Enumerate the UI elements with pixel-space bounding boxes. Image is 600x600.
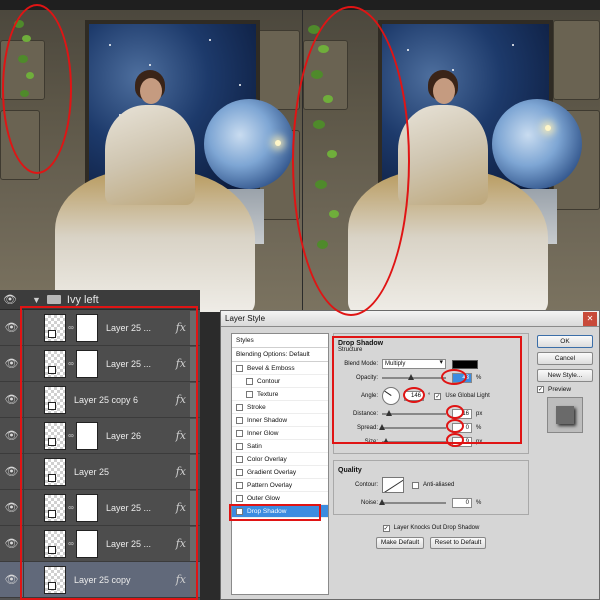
knockout-checkbox[interactable]: ✓ bbox=[382, 524, 390, 532]
style-checkbox[interactable] bbox=[236, 416, 243, 424]
style-item[interactable]: Inner Shadow bbox=[232, 414, 328, 427]
style-checkbox[interactable] bbox=[236, 429, 243, 437]
noise-slider-knob[interactable] bbox=[379, 499, 385, 505]
close-icon[interactable]: ✕ bbox=[583, 311, 597, 326]
drop-shadow-panel: Drop Shadow Structure Blend Mode: Multip… bbox=[332, 333, 529, 549]
style-item[interactable]: Stroke bbox=[232, 401, 328, 414]
noise-input[interactable]: 0 bbox=[452, 498, 472, 508]
quality-title: Quality bbox=[338, 467, 362, 474]
preview-label: Preview bbox=[548, 386, 572, 393]
style-item-label: Contour bbox=[257, 377, 281, 385]
highlight-ivy-before bbox=[2, 4, 72, 174]
anti-aliased-checkbox[interactable] bbox=[412, 481, 419, 489]
highlight-layers bbox=[20, 306, 198, 600]
style-item-label: Texture bbox=[257, 390, 279, 398]
style-item[interactable]: Inner Glow bbox=[232, 427, 328, 440]
style-item[interactable]: Satin bbox=[232, 440, 328, 453]
style-item-label: Bevel & Emboss bbox=[247, 364, 295, 372]
dialog-side-column: OK Cancel New Style... ✓ Preview bbox=[537, 335, 593, 433]
style-checkbox[interactable] bbox=[236, 403, 243, 411]
make-default-button[interactable]: Make Default bbox=[376, 537, 424, 549]
style-item-label: Gradient Overlay bbox=[247, 468, 297, 476]
noise-label: Noise: bbox=[360, 500, 378, 506]
reset-to-default-button[interactable]: Reset to Default bbox=[430, 537, 486, 549]
style-checkbox[interactable] bbox=[236, 481, 243, 489]
structure-groupbox: Drop Shadow Structure Blend Mode: Multip… bbox=[332, 333, 529, 454]
style-item[interactable]: Texture bbox=[232, 388, 328, 401]
highlight-angle bbox=[403, 387, 425, 403]
style-item[interactable]: Color Overlay bbox=[232, 453, 328, 466]
style-item[interactable]: Gradient Overlay bbox=[232, 466, 328, 479]
style-item[interactable]: Contour bbox=[232, 375, 328, 388]
cancel-button[interactable]: Cancel bbox=[537, 352, 593, 365]
highlight-ivy-after bbox=[292, 6, 410, 316]
style-item-label: Pattern Overlay bbox=[247, 481, 293, 489]
style-checkbox[interactable] bbox=[236, 455, 243, 463]
dialog-title: Layer Style bbox=[225, 314, 266, 323]
noise-unit: % bbox=[476, 500, 482, 506]
eye-icon[interactable]: 👁 bbox=[0, 290, 20, 310]
style-item-label: Inner Glow bbox=[247, 429, 279, 437]
highlight-size bbox=[446, 433, 464, 447]
style-checkbox[interactable] bbox=[236, 468, 243, 476]
style-item-label: Stroke bbox=[247, 403, 266, 411]
preview-thumbnail bbox=[547, 397, 583, 433]
new-style-button[interactable]: New Style... bbox=[537, 369, 593, 382]
style-item-label: Inner Shadow bbox=[247, 416, 288, 424]
style-item[interactable]: Pattern Overlay bbox=[232, 479, 328, 492]
disclosure-triangle-icon[interactable]: ▼ bbox=[32, 295, 41, 305]
noise-slider[interactable] bbox=[379, 499, 446, 505]
contour-label: Contour: bbox=[354, 482, 378, 488]
anti-aliased-label: Anti-aliased bbox=[423, 482, 455, 488]
highlight-spread bbox=[446, 419, 464, 433]
highlight-opacity bbox=[441, 369, 467, 385]
dialog-titlebar[interactable]: Layer Style ✕ bbox=[221, 311, 599, 327]
style-item-label: Outer Glow bbox=[247, 494, 280, 502]
preview-checkbox[interactable]: ✓ bbox=[537, 386, 544, 393]
highlight-distance bbox=[446, 405, 464, 419]
style-checkbox[interactable] bbox=[246, 390, 253, 398]
styles-list: Styles Blending Options: Default Bevel &… bbox=[231, 333, 329, 595]
style-item[interactable]: Bevel & Emboss bbox=[232, 362, 328, 375]
highlight-structure bbox=[332, 336, 522, 444]
style-item-label: Satin bbox=[247, 442, 262, 450]
style-checkbox[interactable] bbox=[236, 442, 243, 450]
knockout-label: Layer Knocks Out Drop Shadow bbox=[393, 525, 480, 531]
highlight-drop-shadow-item bbox=[229, 504, 321, 521]
style-checkbox[interactable] bbox=[246, 377, 253, 385]
style-item-label: Color Overlay bbox=[247, 455, 287, 463]
style-checkbox[interactable] bbox=[236, 494, 243, 502]
top-strip bbox=[0, 0, 600, 10]
layer-style-dialog: Layer Style ✕ Styles Blending Options: D… bbox=[220, 310, 600, 600]
layer-group-name: Ivy left bbox=[66, 293, 99, 306]
styles-header[interactable]: Styles bbox=[232, 334, 328, 348]
folder-icon bbox=[46, 295, 61, 304]
style-checkbox[interactable] bbox=[236, 364, 243, 372]
contour-picker[interactable] bbox=[382, 477, 404, 493]
layers-panel: 👁 ▼ Ivy left 👁 ∞ Layer 25 ... fx 👁 ∞ Layer 25 … bbox=[0, 290, 200, 600]
quality-groupbox: Quality Contour: Anti-aliased Noise: 0 % bbox=[333, 460, 529, 515]
blending-options-item[interactable]: Blending Options: Default bbox=[232, 348, 328, 362]
ok-button[interactable]: OK bbox=[537, 335, 593, 348]
